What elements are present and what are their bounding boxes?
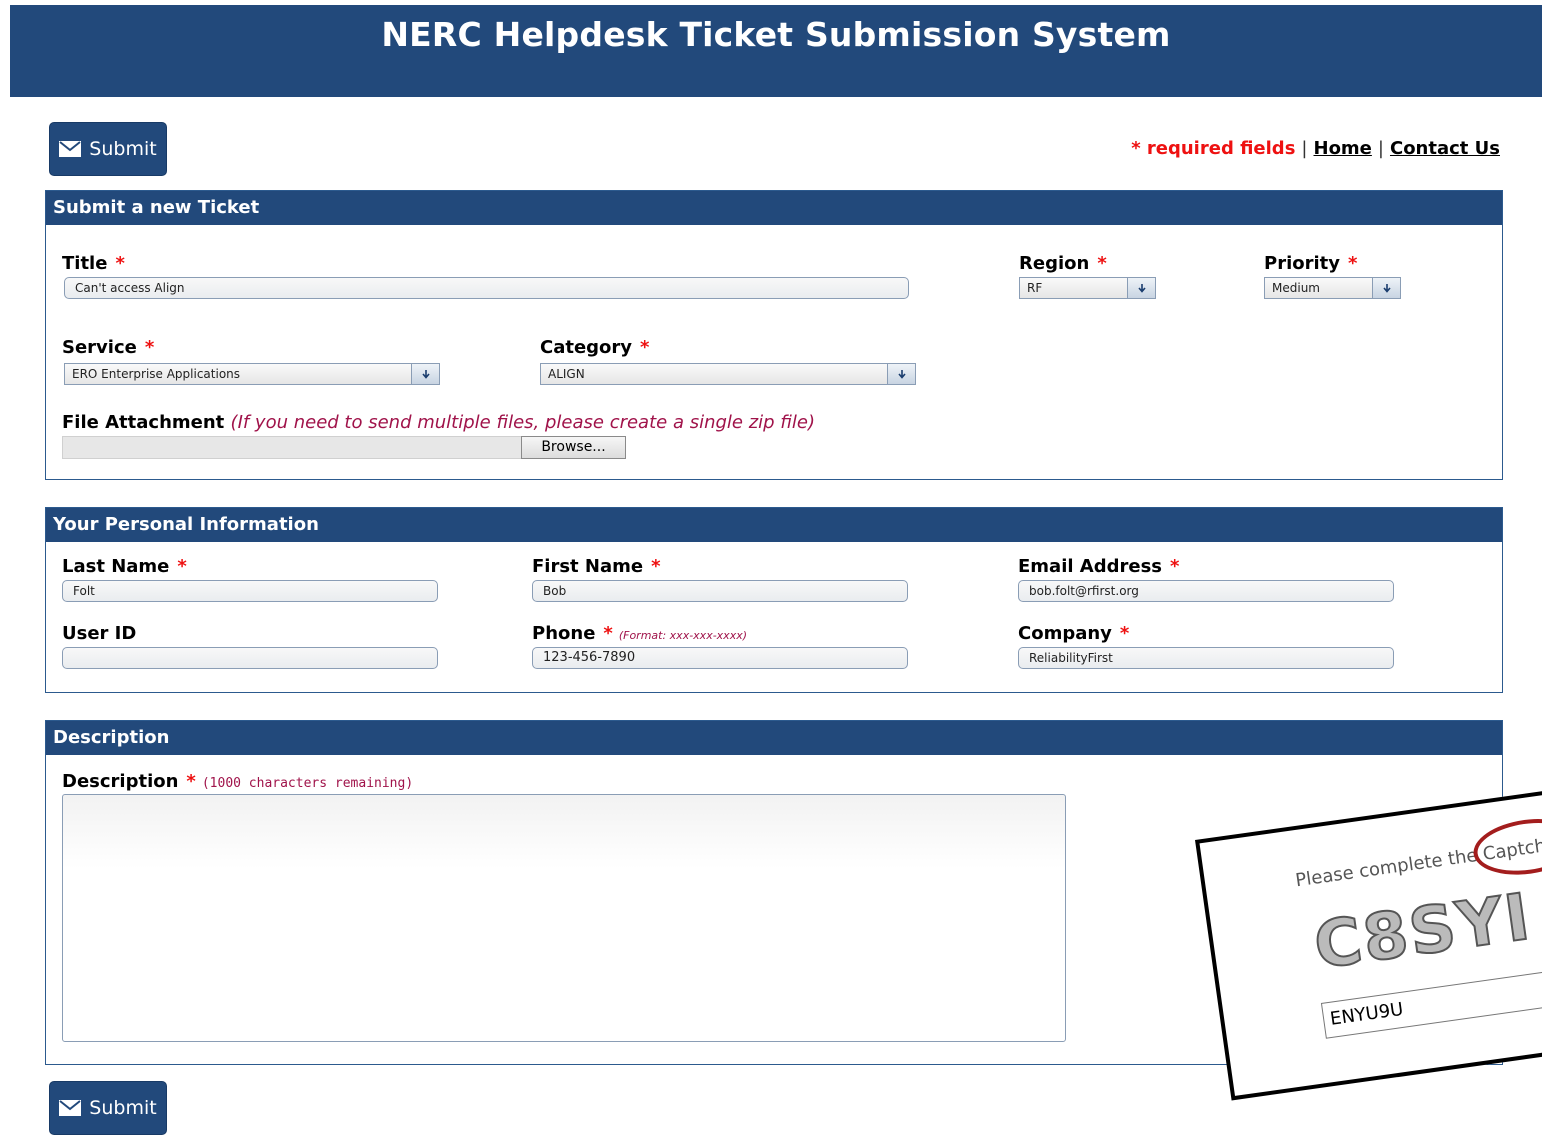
priority-select[interactable]: Medium [1264,277,1401,299]
top-links: * required fields | Home | Contact Us [1131,138,1500,159]
email-input[interactable]: bob.folt@rfirst.org [1018,580,1394,602]
file-attachment-hint: (If you need to send multiple files, ple… [230,412,816,433]
category-label: Category * [540,337,650,358]
company-label: Company * [1018,623,1130,644]
characters-remaining: (1000 characters remaining) [201,776,414,791]
category-select[interactable]: ALIGN [540,363,916,385]
chevron-down-icon [1372,278,1400,298]
user-id-input[interactable] [62,647,438,669]
captcha-highlight-ring [1469,812,1542,882]
header-banner: NERC Helpdesk Ticket Submission System [10,5,1542,97]
submit-button-bottom[interactable]: Submit [49,1081,167,1135]
submit-button-top[interactable]: Submit [49,122,167,176]
contact-us-link[interactable]: Contact Us [1390,138,1500,159]
captcha-image: C8SYI [1309,879,1537,985]
phone-format-hint: (Format: xxx-xxx-xxxx) [618,629,747,642]
description-panel-heading: Description [46,721,1502,755]
service-select[interactable]: ERO Enterprise Applications [64,363,440,385]
priority-label: Priority * [1264,253,1358,274]
last-name-label: Last Name * [62,556,187,577]
company-input[interactable]: ReliabilityFirst [1018,647,1394,669]
first-name-label: First Name * [532,556,661,577]
browse-button[interactable]: Browse... [521,436,626,459]
chevron-down-icon [887,364,915,384]
chevron-down-icon [1127,278,1155,298]
description-label: Description * (1000 characters remaining) [62,771,414,792]
phone-label: Phone * (Format: xxx-xxx-xxxx) [532,623,747,644]
home-link[interactable]: Home [1314,138,1372,159]
personal-panel-heading: Your Personal Information [46,508,1502,542]
phone-input[interactable]: 123-456-7890 [532,647,908,669]
ticket-panel-heading: Submit a new Ticket [46,191,1502,225]
first-name-input[interactable]: Bob [532,580,908,602]
region-label: Region * [1019,253,1107,274]
title-label: Title * [62,253,125,274]
chevron-down-icon [411,364,439,384]
envelope-icon [59,141,82,157]
file-attachment-label: File Attachment (If you need to send mul… [62,412,816,433]
file-path-field[interactable] [62,436,522,459]
submit-label: Submit [89,1097,157,1119]
last-name-input[interactable]: Folt [62,580,438,602]
service-label: Service * [62,337,155,358]
region-select[interactable]: RF [1019,277,1156,299]
email-label: Email Address * [1018,556,1180,577]
description-textarea[interactable] [62,794,1066,1042]
required-fields-note: * required fields [1131,138,1296,159]
title-input[interactable]: Can't access Align [64,277,909,299]
envelope-icon [59,1100,82,1116]
submit-label: Submit [89,138,157,160]
page-title: NERC Helpdesk Ticket Submission System [381,15,1171,54]
user-id-label: User ID [62,623,137,644]
